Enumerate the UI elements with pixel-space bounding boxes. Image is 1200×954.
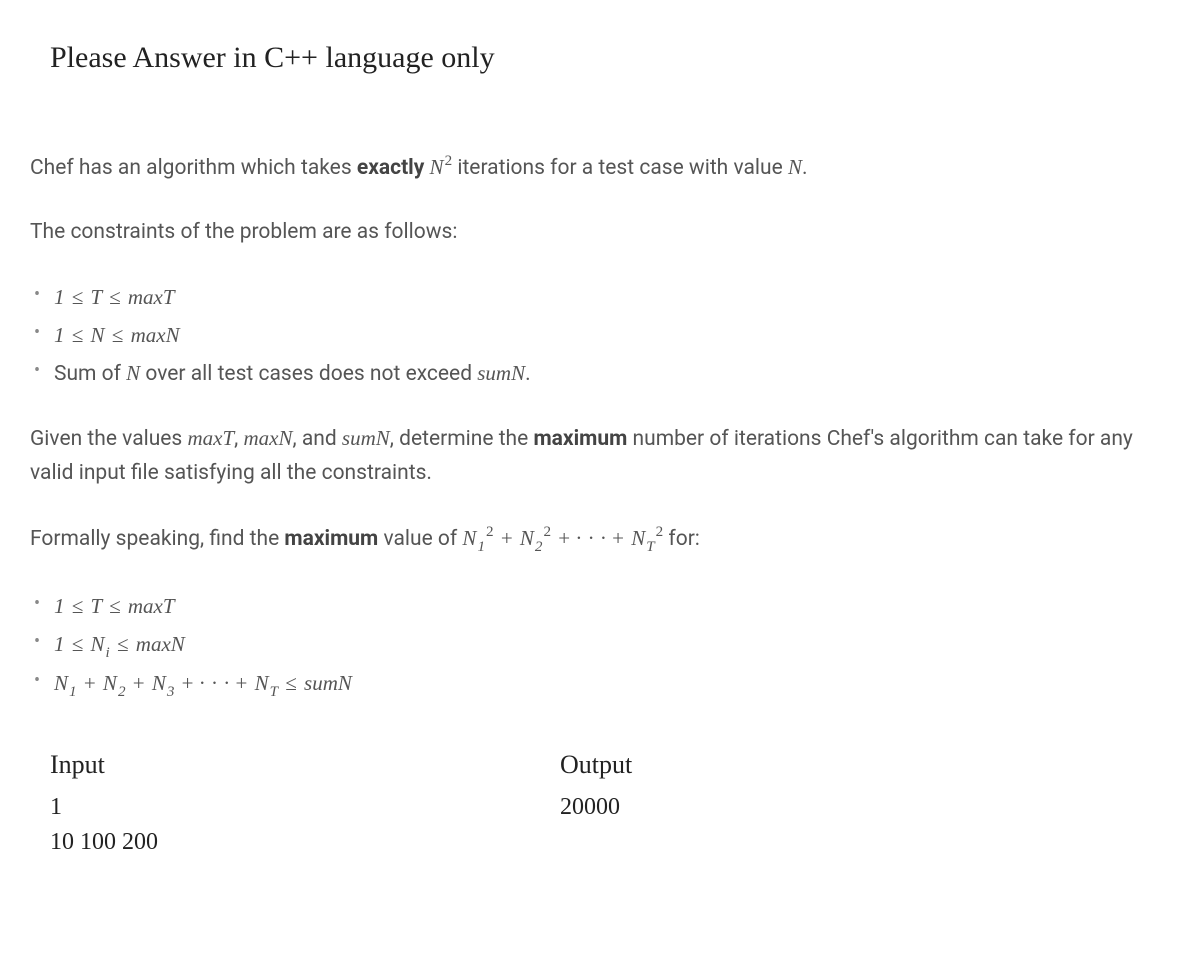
output-label: Output — [560, 745, 960, 784]
math-sumn: sumN — [342, 426, 390, 450]
constraint-math: 1 ≤ T ≤ maxT — [54, 594, 175, 618]
constraints-list-1: 1 ≤ T ≤ maxT 1 ≤ N ≤ maxN Sum of N over … — [30, 279, 1170, 392]
constraints-list-2: 1 ≤ T ≤ maxT 1 ≤ Ni ≤ maxN N1 + N2 + N3 … — [30, 588, 1170, 705]
math-sumn: sumN — [477, 361, 525, 385]
text: value of — [378, 527, 462, 551]
text: for: — [663, 527, 700, 551]
math-maxt: maxT — [187, 426, 234, 450]
text: Formally speaking, find the — [30, 527, 284, 551]
constraint-math: 1 ≤ Ni ≤ maxN — [54, 632, 185, 656]
problem-intro: Chef has an algorithm which takes exactl… — [30, 150, 1170, 186]
bold-maximum: maximum — [533, 427, 627, 451]
bold-exactly: exactly — [357, 156, 424, 180]
input-column: Input 1 10 100 200 — [50, 745, 560, 860]
output-column: Output 20000 — [560, 745, 960, 860]
formal-statement: Formally speaking, find the maximum valu… — [30, 521, 1170, 558]
bold-maximum: maximum — [284, 527, 378, 551]
constraints-intro: The constraints of the problem are as fo… — [30, 216, 1170, 250]
input-label: Input — [50, 745, 560, 784]
math-maxn: maxN — [244, 426, 293, 450]
problem-statement: Given the values maxT, maxN, and sumN, d… — [30, 422, 1170, 490]
text: , determine the — [390, 427, 534, 451]
math-n: N — [788, 155, 802, 179]
constraint-item: 1 ≤ N ≤ maxN — [32, 317, 1170, 355]
input-text: 1 10 100 200 — [50, 790, 560, 860]
output-text: 20000 — [560, 790, 960, 825]
page-title: Please Answer in C++ language only — [50, 35, 1170, 80]
text: iterations for a test case with value — [452, 156, 788, 180]
text: Given the values — [30, 427, 187, 451]
constraint-math: 1 ≤ N ≤ maxN — [54, 323, 180, 347]
constraint-item: Sum of N over all test cases does not ex… — [32, 355, 1170, 393]
constraint-item: 1 ≤ T ≤ maxT — [32, 279, 1170, 317]
math-sum-of-squares: N12 + N22 + · · · + NT2 — [462, 526, 663, 550]
io-example: Input 1 10 100 200 Output 20000 — [50, 745, 1170, 860]
text: Chef has an algorithm which takes — [30, 156, 357, 180]
math-n-squared: N2 — [430, 155, 453, 179]
constraint-item: N1 + N2 + N3 + · · · + NT ≤ sumN — [32, 665, 1170, 705]
math-n: N — [126, 361, 140, 385]
constraint-math: 1 ≤ T ≤ maxT — [54, 285, 175, 309]
constraint-item: 1 ≤ Ni ≤ maxN — [32, 626, 1170, 666]
constraint-item: 1 ≤ T ≤ maxT — [32, 588, 1170, 626]
text: Sum of — [54, 362, 126, 386]
text: over all test cases does not exceed — [140, 362, 477, 386]
constraint-math: N1 + N2 + N3 + · · · + NT ≤ sumN — [54, 671, 352, 695]
text: , and — [293, 427, 342, 451]
